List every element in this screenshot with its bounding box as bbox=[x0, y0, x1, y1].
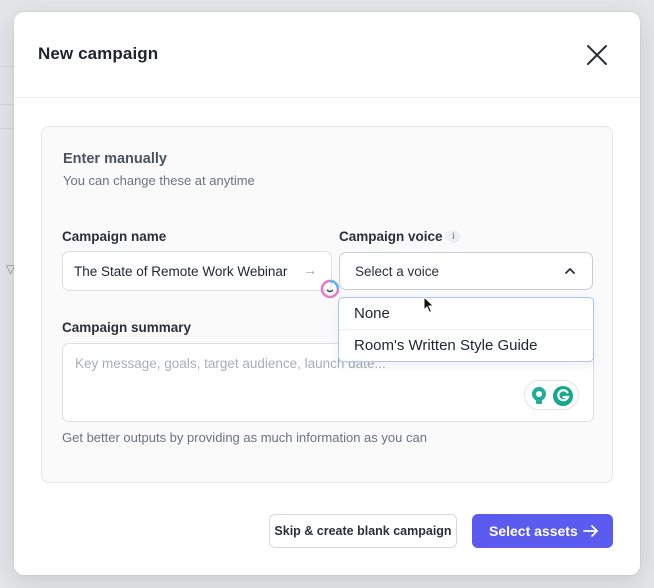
summary-hint: Get better outputs by providing as much … bbox=[62, 430, 427, 445]
select-assets-label: Select assets bbox=[489, 523, 578, 539]
section-title: Enter manually bbox=[63, 151, 167, 167]
backdrop-divider bbox=[0, 66, 14, 67]
voice-option-style-guide[interactable]: Room's Written Style Guide bbox=[339, 330, 593, 362]
campaign-name-value: The State of Remote Work Webinar bbox=[74, 264, 288, 279]
backdrop-divider bbox=[0, 128, 14, 129]
chevron-up-icon bbox=[565, 268, 575, 274]
modal-header: New campaign bbox=[14, 12, 640, 98]
ai-spinner-icon bbox=[319, 278, 341, 300]
campaign-summary-label: Campaign summary bbox=[62, 320, 192, 335]
info-icon[interactable]: i bbox=[447, 230, 460, 243]
grammarly-icon bbox=[553, 386, 573, 406]
arrow-right-icon bbox=[583, 525, 598, 537]
arrow-right-icon[interactable]: → bbox=[303, 262, 317, 278]
voice-option-none[interactable]: None bbox=[339, 298, 593, 330]
close-icon[interactable] bbox=[584, 42, 610, 68]
campaign-voice-label: Campaign voice bbox=[339, 229, 443, 244]
writing-assistant-widget[interactable] bbox=[524, 380, 579, 410]
lightbulb-icon bbox=[532, 387, 546, 404]
campaign-voice-selected: Select a voice bbox=[355, 264, 440, 279]
mouse-cursor-icon bbox=[423, 295, 435, 314]
section-subtitle: You can change these at anytime bbox=[63, 173, 255, 188]
modal-title: New campaign bbox=[38, 44, 159, 63]
new-campaign-modal: New campaign Enter manually You can chan… bbox=[14, 12, 640, 575]
campaign-voice-select[interactable]: Select a voice bbox=[339, 252, 593, 290]
campaign-name-input[interactable]: The State of Remote Work Webinar → bbox=[62, 251, 332, 291]
select-assets-button[interactable]: Select assets bbox=[472, 514, 613, 548]
backdrop-divider bbox=[0, 104, 14, 105]
campaign-name-label: Campaign name bbox=[62, 229, 167, 244]
skip-create-blank-button[interactable]: Skip & create blank campaign bbox=[269, 514, 457, 548]
campaign-voice-dropdown: None Room's Written Style Guide bbox=[338, 297, 594, 362]
